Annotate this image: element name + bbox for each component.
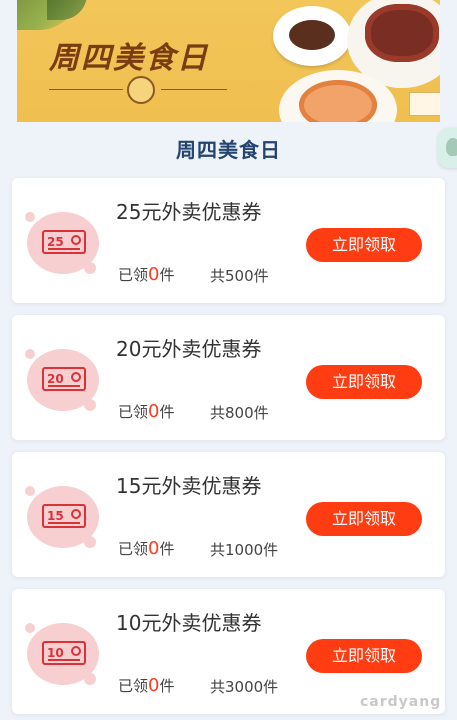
claimed-suffix: 件 xyxy=(159,540,175,558)
avatar-icon xyxy=(446,138,457,156)
banner-tag-image xyxy=(409,92,440,116)
watermark: cardyang xyxy=(360,694,442,710)
total-count: 共500件 xyxy=(210,267,269,285)
coin-icon xyxy=(71,372,81,382)
divider xyxy=(161,89,227,90)
coupon-card: 25 25元外卖优惠券 已领0件 共500件 立即领取 xyxy=(12,178,445,303)
decor-dot xyxy=(25,623,35,633)
claimed-prefix: 已领 xyxy=(118,540,149,558)
claimed-suffix: 件 xyxy=(159,403,175,421)
brand-logo xyxy=(127,76,155,104)
decor-dot xyxy=(25,212,35,222)
ticket-line xyxy=(48,385,80,387)
decor-dot xyxy=(84,262,96,274)
total-count: 共3000件 xyxy=(210,678,279,696)
decor-dot xyxy=(25,486,35,496)
claimed-number: 0 xyxy=(148,538,160,559)
ticket-line xyxy=(48,522,80,524)
coupon-title: 15元外卖优惠券 xyxy=(116,474,262,498)
coupon-card: 15 15元外卖优惠券 已领0件 共1000件 立即领取 xyxy=(12,452,445,577)
claimed-count: 已领0件 xyxy=(118,401,174,422)
claim-button[interactable]: 立即领取 xyxy=(306,228,422,262)
coupon-title: 25元外卖优惠券 xyxy=(116,200,262,224)
coin-icon xyxy=(71,509,81,519)
decor-dot xyxy=(84,673,96,685)
coupon-ticket-icon: 10 xyxy=(42,641,86,665)
section-title: 周四美食日 xyxy=(176,138,281,162)
food-image xyxy=(273,6,351,66)
claim-button[interactable]: 立即领取 xyxy=(306,502,422,536)
promo-banner[interactable]: 周四美食日 xyxy=(17,0,440,122)
coin-icon xyxy=(71,235,81,245)
claimed-number: 0 xyxy=(148,675,160,696)
ticket-line xyxy=(48,248,80,250)
claimed-count: 已领0件 xyxy=(118,538,174,559)
claimed-number: 0 xyxy=(148,401,160,422)
claimed-count: 已领0件 xyxy=(118,675,174,696)
decor-dot xyxy=(84,536,96,548)
coupon-card: 20 20元外卖优惠券 已领0件 共800件 立即领取 xyxy=(12,315,445,440)
claimed-prefix: 已领 xyxy=(118,403,149,421)
decor-dot xyxy=(84,399,96,411)
claimed-prefix: 已领 xyxy=(118,266,149,284)
claim-button[interactable]: 立即领取 xyxy=(306,365,422,399)
coupon-ticket-icon: 20 xyxy=(42,367,86,391)
leaf-decoration xyxy=(47,0,87,20)
total-count: 共800件 xyxy=(210,404,269,422)
decor-dot xyxy=(25,349,35,359)
coupon-ticket-icon: 15 xyxy=(42,504,86,528)
claimed-prefix: 已领 xyxy=(118,677,149,695)
total-count: 共1000件 xyxy=(210,541,279,559)
claim-button[interactable]: 立即领取 xyxy=(306,639,422,673)
floating-side-button[interactable] xyxy=(438,128,457,168)
banner-title: 周四美食日 xyxy=(49,41,209,76)
coupon-title: 10元外卖优惠券 xyxy=(116,611,262,635)
claimed-suffix: 件 xyxy=(159,266,175,284)
claimed-number: 0 xyxy=(148,264,160,285)
coupon-title: 20元外卖优惠券 xyxy=(116,337,262,361)
divider xyxy=(49,89,123,90)
ticket-line xyxy=(48,659,80,661)
coupon-ticket-icon: 25 xyxy=(42,230,86,254)
claimed-suffix: 件 xyxy=(159,677,175,695)
claimed-count: 已领0件 xyxy=(118,264,174,285)
coin-icon xyxy=(71,646,81,656)
